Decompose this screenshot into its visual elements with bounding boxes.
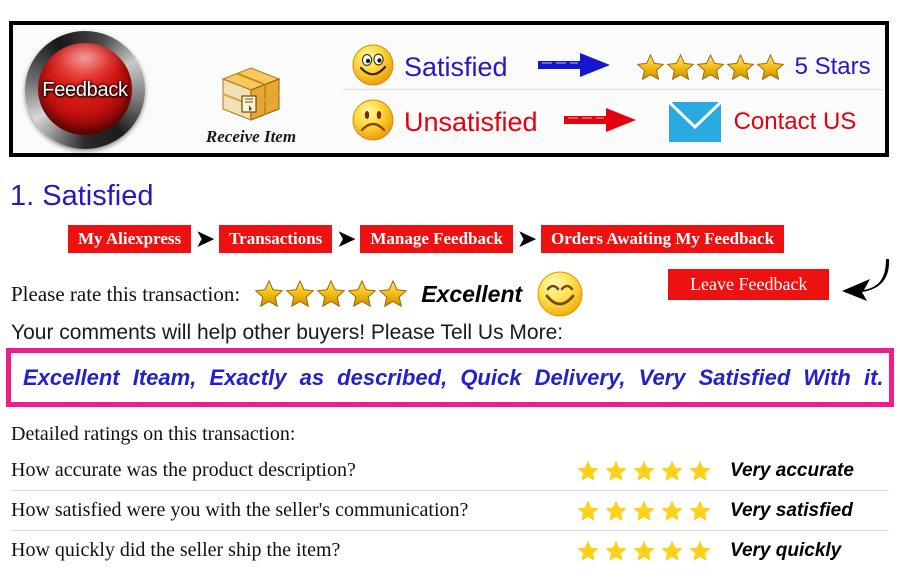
unsatisfied-label: Unsatisfied	[404, 106, 538, 137]
leave-feedback-button[interactable]: Leave Feedback	[668, 269, 830, 300]
rating-verdict: Very quickly	[730, 539, 842, 561]
rate-transaction-label: Please rate this transaction:	[11, 281, 241, 306]
rating-verdict: Very accurate	[730, 459, 854, 481]
package-box-icon	[186, 66, 316, 129]
table-row: How accurate was the product description…	[11, 451, 889, 491]
breadcrumb-item-manage-feedback[interactable]: Manage Feedback	[360, 225, 513, 253]
rate-transaction-row: Please rate this transaction: Excellent	[11, 270, 584, 318]
rating-stars[interactable]	[576, 499, 716, 523]
detailed-ratings-title: Detailed ratings on this transaction:	[11, 423, 296, 445]
comment-text: Excellent Iteam, Exactly as described, Q…	[23, 364, 884, 390]
breadcrumb-item-my-aliexpress[interactable]: My Aliexpress	[68, 225, 192, 253]
breadcrumb-separator-icon: ➤	[517, 226, 537, 251]
table-row: How satisfied were you with the seller's…	[11, 491, 889, 531]
feedback-button[interactable]: Feedback	[25, 31, 145, 149]
breadcrumb-separator-icon: ➤	[337, 226, 356, 251]
red-arrow-right-icon	[562, 105, 640, 140]
satisfied-label: Satisfied	[404, 51, 508, 82]
feedback-flow-banner: Feedback Receive Item Satisfied 5 Stars …	[9, 21, 889, 157]
rating-question: How accurate was the product description…	[11, 459, 356, 481]
comment-prompt: Your comments will help other buyers! Pl…	[11, 321, 564, 344]
rating-question: How quickly did the seller ship the item…	[11, 539, 341, 561]
blue-arrow-right-icon	[536, 50, 614, 85]
contact-us-label: Contact US	[733, 108, 857, 135]
envelope-icon[interactable]	[667, 101, 722, 143]
rating-stars[interactable]	[576, 539, 716, 563]
receive-item-block: Receive Item	[186, 66, 316, 147]
breadcrumb-item-transactions[interactable]: Transactions	[219, 225, 333, 253]
smiley-grin-icon	[536, 270, 584, 318]
rate-verdict-label: Excellent	[421, 280, 523, 307]
curved-arrow-pointer-icon	[836, 257, 892, 308]
receive-item-label: Receive Item	[205, 127, 297, 146]
banner-star-rating	[636, 53, 786, 82]
rating-verdict: Very satisfied	[730, 499, 853, 521]
rating-question: How satisfied were you with the seller's…	[11, 499, 469, 521]
smiley-sad-icon	[351, 98, 395, 147]
detailed-ratings-table: How accurate was the product description…	[11, 451, 889, 570]
section-heading: 1. Satisfied	[10, 180, 154, 212]
satisfied-flow-row: Satisfied 5 Stars	[351, 42, 871, 92]
five-stars-label: 5 Stars	[794, 53, 871, 80]
rating-stars[interactable]	[576, 459, 716, 483]
breadcrumb: My Aliexpress ➤ Transactions ➤ Manage Fe…	[68, 225, 785, 253]
breadcrumb-separator-icon: ➤	[195, 226, 215, 251]
rate-transaction-stars[interactable]	[254, 279, 409, 309]
breadcrumb-item-orders-awaiting-my-feedback[interactable]: Orders Awaiting My Feedback	[541, 225, 785, 253]
comment-box[interactable]: Excellent Iteam, Exactly as described, Q…	[6, 348, 894, 407]
feedback-button-label: Feedback	[42, 78, 128, 101]
unsatisfied-flow-row: Unsatisfied Contact US	[351, 97, 856, 147]
smiley-happy-icon	[351, 43, 395, 92]
table-row: How quickly did the seller ship the item…	[11, 531, 889, 570]
